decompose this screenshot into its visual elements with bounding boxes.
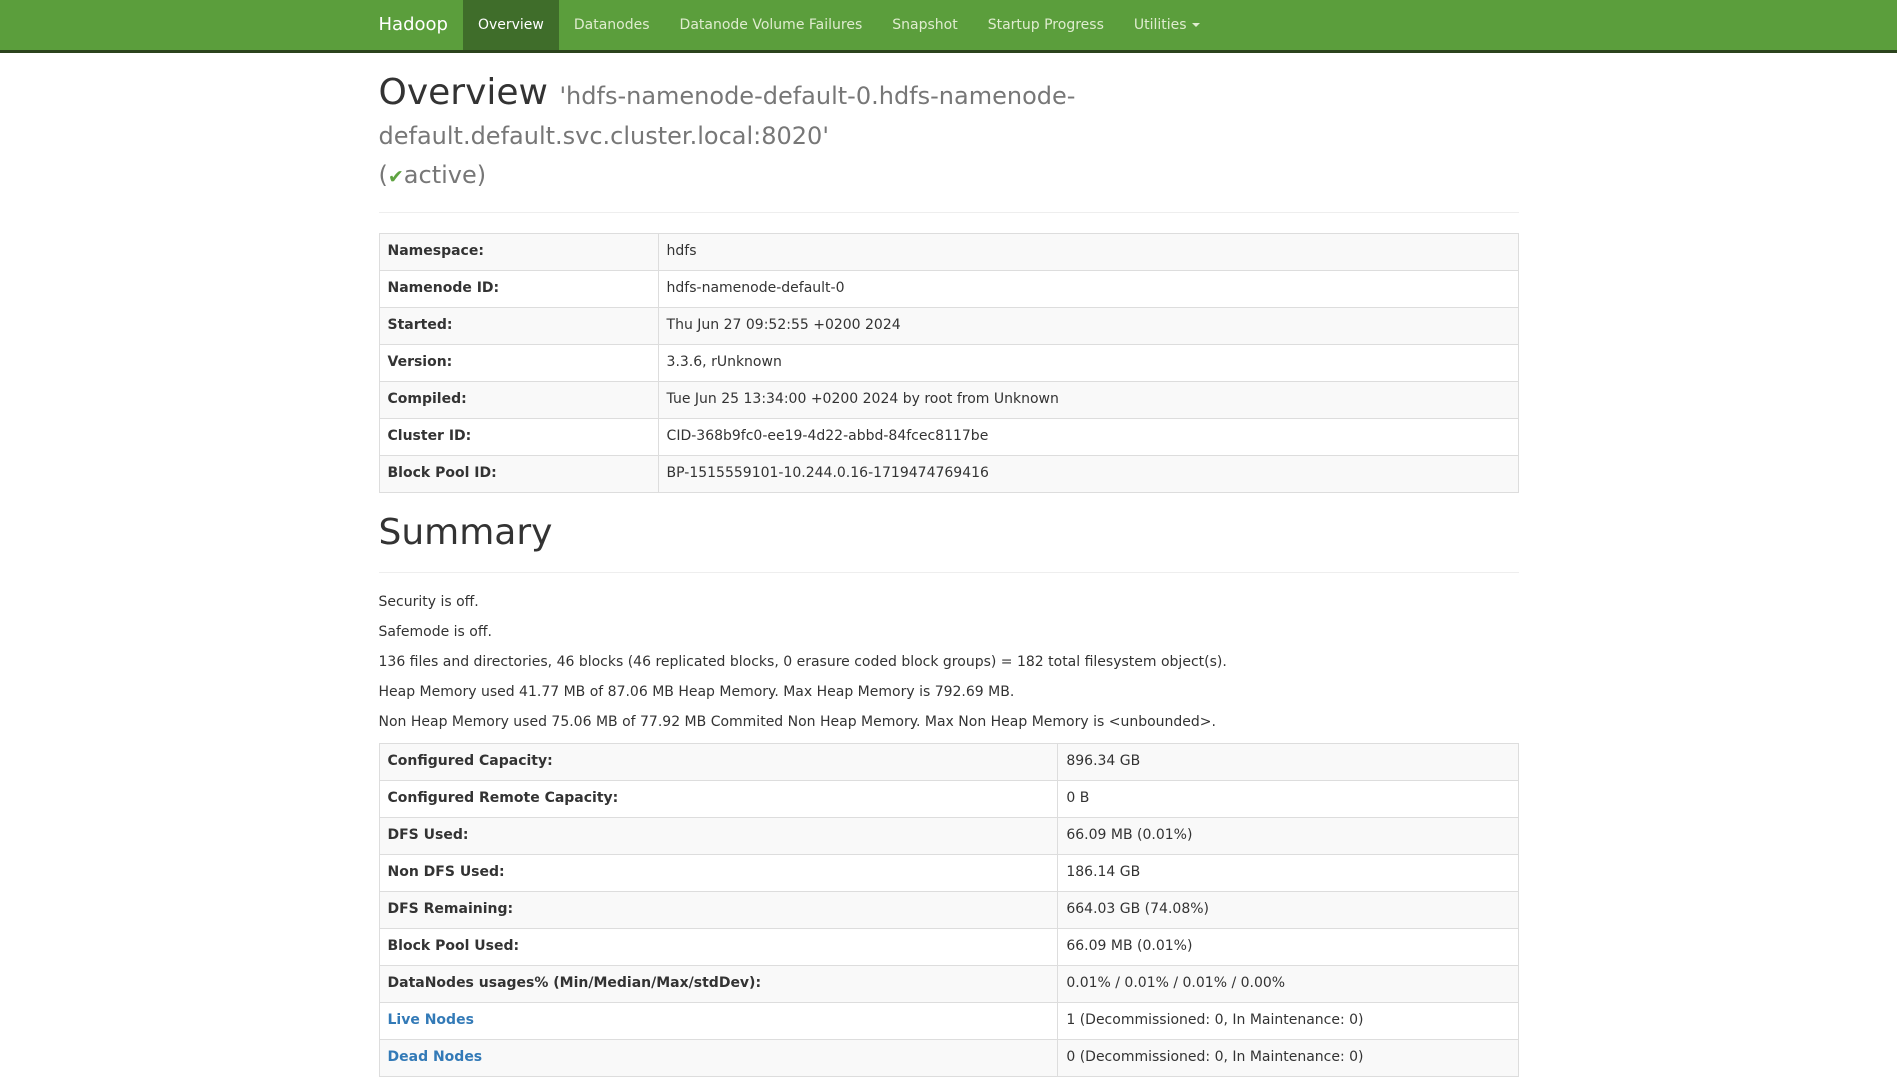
non-heap-memory: Non Heap Memory used 75.06 MB of 77.92 M… [379, 713, 1519, 733]
state-active-label: active) [404, 161, 486, 189]
row-value: 0 (Decommissioned: 0, In Maintenance: 0) [1058, 1040, 1518, 1077]
security-status: Security is off. [379, 593, 1519, 613]
live-nodes-link[interactable]: Live Nodes [388, 1012, 474, 1028]
page-title-text: Overview [379, 72, 549, 113]
row-value: BP-1515559101-10.244.0.16-1719474769416 [658, 455, 1518, 492]
table-row: Compiled: Tue Jun 25 13:34:00 +0200 2024… [379, 381, 1518, 418]
nav-tab-snapshot: Snapshot [877, 0, 972, 50]
row-label: Non DFS Used: [379, 855, 1058, 892]
navbar-container: Hadoop Overview Datanodes Datanode Volum… [364, 0, 1534, 50]
table-row: Configured Capacity: 896.34 GB [379, 744, 1518, 781]
namenode-info-table: Namespace: hdfs Namenode ID: hdfs-nameno… [379, 233, 1519, 493]
namenode-state: (✔active) [379, 161, 487, 189]
table-row: Block Pool Used: 66.09 MB (0.01%) [379, 929, 1518, 966]
nav-link-utilities-label: Utilities [1134, 17, 1187, 33]
table-row: Configured Remote Capacity: 0 B [379, 781, 1518, 818]
row-value: 0 B [1058, 781, 1518, 818]
row-label: Configured Capacity: [379, 744, 1058, 781]
row-value: 0.01% / 0.01% / 0.01% / 0.00% [1058, 966, 1518, 1003]
row-value: hdfs-namenode-default-0 [658, 270, 1518, 307]
top-navbar: Hadoop Overview Datanodes Datanode Volum… [0, 0, 1897, 53]
caret-down-icon [1192, 23, 1200, 27]
row-value: 186.14 GB [1058, 855, 1518, 892]
row-label: Namespace: [379, 233, 658, 270]
nav-tab-utilities: Utilities [1119, 0, 1215, 50]
table-row: Namespace: hdfs [379, 233, 1518, 270]
row-label: Cluster ID: [379, 418, 658, 455]
nav-link-datanodes[interactable]: Datanodes [559, 0, 665, 50]
table-row: DataNodes usages% (Min/Median/Max/stdDev… [379, 966, 1518, 1003]
row-label: DFS Remaining: [379, 892, 1058, 929]
row-value: 66.09 MB (0.01%) [1058, 818, 1518, 855]
table-row: Cluster ID: CID-368b9fc0-ee19-4d22-abbd-… [379, 418, 1518, 455]
nav-link-overview[interactable]: Overview [463, 0, 559, 50]
nav-tab-startup-progress: Startup Progress [973, 0, 1119, 50]
summary-divider [379, 572, 1519, 573]
table-row: DFS Remaining: 664.03 GB (74.08%) [379, 892, 1518, 929]
row-value: Thu Jun 27 09:52:55 +0200 2024 [658, 307, 1518, 344]
table-row: Namenode ID: hdfs-namenode-default-0 [379, 270, 1518, 307]
row-label: Version: [379, 344, 658, 381]
nav-tab-overview: Overview [463, 0, 559, 50]
row-value: 66.09 MB (0.01%) [1058, 929, 1518, 966]
table-row: Block Pool ID: BP-1515559101-10.244.0.16… [379, 455, 1518, 492]
safemode-status: Safemode is off. [379, 623, 1519, 643]
row-label: DataNodes usages% (Min/Median/Max/stdDev… [379, 966, 1058, 1003]
filesystem-objects: 136 files and directories, 46 blocks (46… [379, 653, 1519, 673]
summary-title: Summary [379, 513, 1519, 553]
row-label: Started: [379, 307, 658, 344]
table-row: Dead Nodes 0 (Decommissioned: 0, In Main… [379, 1040, 1518, 1077]
row-label: Namenode ID: [379, 270, 658, 307]
table-row: Started: Thu Jun 27 09:52:55 +0200 2024 [379, 307, 1518, 344]
row-label: Dead Nodes [379, 1040, 1058, 1077]
page-title: Overview 'hdfs-namenode-default-0.hdfs-n… [379, 73, 1519, 192]
row-label: Live Nodes [379, 1003, 1058, 1040]
nav-link-datanode-volume-failures[interactable]: Datanode Volume Failures [665, 0, 878, 50]
cluster-summary-table: Configured Capacity: 896.34 GB Configure… [379, 743, 1519, 1077]
row-label: Block Pool ID: [379, 455, 658, 492]
table-row: Version: 3.3.6, rUnknown [379, 344, 1518, 381]
table-row: Non DFS Used: 186.14 GB [379, 855, 1518, 892]
row-value: hdfs [658, 233, 1518, 270]
summary-text-block: Security is off. Safemode is off. 136 fi… [379, 593, 1519, 733]
row-value: CID-368b9fc0-ee19-4d22-abbd-84fcec8117be [658, 418, 1518, 455]
dead-nodes-link[interactable]: Dead Nodes [388, 1049, 483, 1065]
row-value: 3.3.6, rUnknown [658, 344, 1518, 381]
nav-link-snapshot[interactable]: Snapshot [877, 0, 972, 50]
table-row: Live Nodes 1 (Decommissioned: 0, In Main… [379, 1003, 1518, 1040]
nav-tab-datanode-volume-failures: Datanode Volume Failures [665, 0, 878, 50]
row-label: Compiled: [379, 381, 658, 418]
check-ok-icon: ✔ [388, 166, 404, 188]
brand-hadoop[interactable]: Hadoop [379, 0, 463, 50]
nav-link-utilities-dropdown[interactable]: Utilities [1119, 0, 1215, 50]
state-paren-open: ( [379, 161, 388, 189]
row-value: 1 (Decommissioned: 0, In Maintenance: 0) [1058, 1003, 1518, 1040]
row-value: 664.03 GB (74.08%) [1058, 892, 1518, 929]
row-label: Configured Remote Capacity: [379, 781, 1058, 818]
title-divider [379, 212, 1519, 213]
row-label: DFS Used: [379, 818, 1058, 855]
row-value: 896.34 GB [1058, 744, 1518, 781]
page-content: Overview 'hdfs-namenode-default-0.hdfs-n… [364, 73, 1534, 1077]
nav-tab-datanodes: Datanodes [559, 0, 665, 50]
heap-memory: Heap Memory used 41.77 MB of 87.06 MB He… [379, 683, 1519, 703]
table-row: DFS Used: 66.09 MB (0.01%) [379, 818, 1518, 855]
row-value: Tue Jun 25 13:34:00 +0200 2024 by root f… [658, 381, 1518, 418]
nav-link-startup-progress[interactable]: Startup Progress [973, 0, 1119, 50]
navbar-menu: Overview Datanodes Datanode Volume Failu… [463, 0, 1215, 50]
row-label: Block Pool Used: [379, 929, 1058, 966]
